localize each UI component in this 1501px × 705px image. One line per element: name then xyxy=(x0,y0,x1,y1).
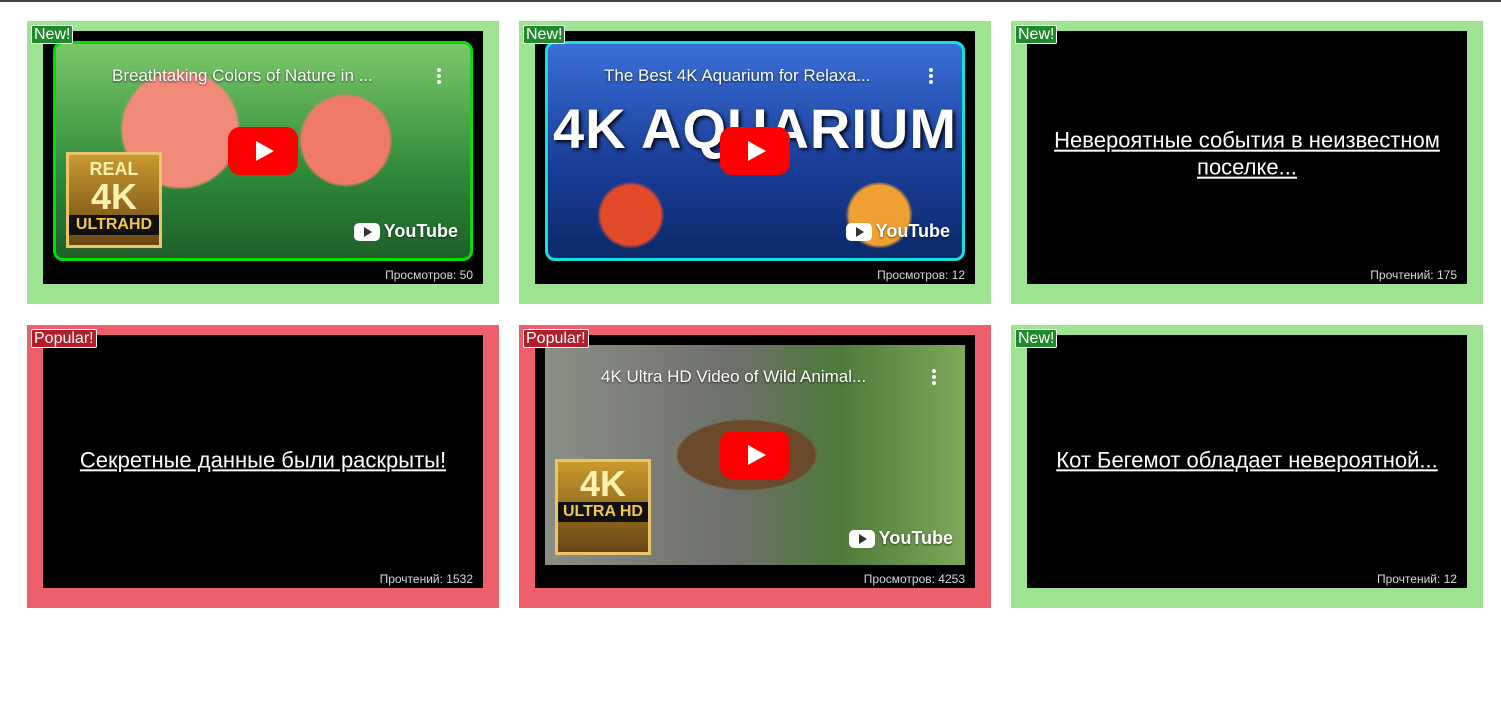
read-count: Прочтений: 12 xyxy=(1376,572,1457,586)
play-button[interactable] xyxy=(720,431,790,479)
read-count: Прочтений: 1532 xyxy=(379,572,473,586)
card-content: Невероятные события в неизвестном поселк… xyxy=(1027,31,1467,284)
youtube-logo[interactable]: YouTube xyxy=(848,528,953,549)
video-player[interactable]: Breathtaking Colors of Nature in ... REA… xyxy=(53,41,473,261)
article-link[interactable]: Невероятные события в неизвестном поселк… xyxy=(1027,126,1467,180)
logo-line-3: ULTRAHD xyxy=(69,215,159,235)
card-article-cat: New! Кот Бегемот обладает невероятной...… xyxy=(1011,325,1483,608)
card-content: Секретные данные были раскрыты! Прочтени… xyxy=(43,335,483,588)
card-video-nature: New! Breathtaking Colors of Nature in ..… xyxy=(27,21,499,304)
youtube-icon xyxy=(353,222,380,241)
youtube-label: YouTube xyxy=(878,528,953,548)
more-options-icon[interactable] xyxy=(928,68,934,86)
logo-line-2: 4K xyxy=(579,463,627,504)
youtube-label: YouTube xyxy=(383,221,458,241)
card-video-aquarium: New! The Best 4K Aquarium for Relaxa... … xyxy=(519,21,991,304)
top-rule xyxy=(0,0,1501,2)
video-player[interactable]: 4K Ultra HD Video of Wild Animal... 4K U… xyxy=(545,345,965,565)
new-badge: New! xyxy=(1015,25,1058,44)
view-count: Просмотров: 4253 xyxy=(863,572,965,586)
more-options-icon[interactable] xyxy=(436,68,442,86)
card-content: 4K Ultra HD Video of Wild Animal... 4K U… xyxy=(535,335,975,588)
article-link[interactable]: Секретные данные были раскрыты! xyxy=(43,446,483,473)
video-title[interactable]: 4K Ultra HD Video of Wild Animal... xyxy=(601,367,905,387)
view-count: Просмотров: 12 xyxy=(877,268,965,282)
youtube-icon xyxy=(845,222,872,241)
article-link[interactable]: Кот Бегемот обладает невероятной... xyxy=(1027,446,1467,473)
video-player[interactable]: The Best 4K Aquarium for Relaxa... 4K AQ… xyxy=(545,41,965,261)
4k-logo-icon: REAL 4K ULTRAHD xyxy=(66,152,162,248)
card-article-secret: Popular! Секретные данные были раскрыты!… xyxy=(27,325,499,608)
4k-logo-icon: 4K ULTRA HD xyxy=(555,459,651,555)
view-count: Просмотров: 50 xyxy=(385,268,473,282)
youtube-label: YouTube xyxy=(875,221,950,241)
play-button[interactable] xyxy=(720,127,790,175)
card-content: The Best 4K Aquarium for Relaxa... 4K AQ… xyxy=(535,31,975,284)
logo-line-3: ULTRA HD xyxy=(558,502,648,522)
logo-line-2: 4K xyxy=(90,176,138,217)
card-content: Breathtaking Colors of Nature in ... REA… xyxy=(43,31,483,284)
read-count: Прочтений: 175 xyxy=(1370,268,1457,282)
play-button[interactable] xyxy=(228,127,298,175)
popular-badge: Popular! xyxy=(31,329,97,348)
video-title[interactable]: The Best 4K Aquarium for Relaxa... xyxy=(604,66,902,86)
youtube-logo[interactable]: YouTube xyxy=(845,221,950,242)
video-title[interactable]: Breathtaking Colors of Nature in ... xyxy=(112,66,410,86)
card-content: Кот Бегемот обладает невероятной... Проч… xyxy=(1027,335,1467,588)
card-video-animals: Popular! 4K Ultra HD Video of Wild Anima… xyxy=(519,325,991,608)
new-badge: New! xyxy=(31,25,74,44)
popular-badge: Popular! xyxy=(523,329,589,348)
new-badge: New! xyxy=(523,25,566,44)
card-article-events: New! Невероятные события в неизвестном п… xyxy=(1011,21,1483,304)
more-options-icon[interactable] xyxy=(931,369,937,387)
new-badge: New! xyxy=(1015,329,1058,348)
youtube-logo[interactable]: YouTube xyxy=(353,221,458,242)
youtube-icon xyxy=(848,529,875,548)
